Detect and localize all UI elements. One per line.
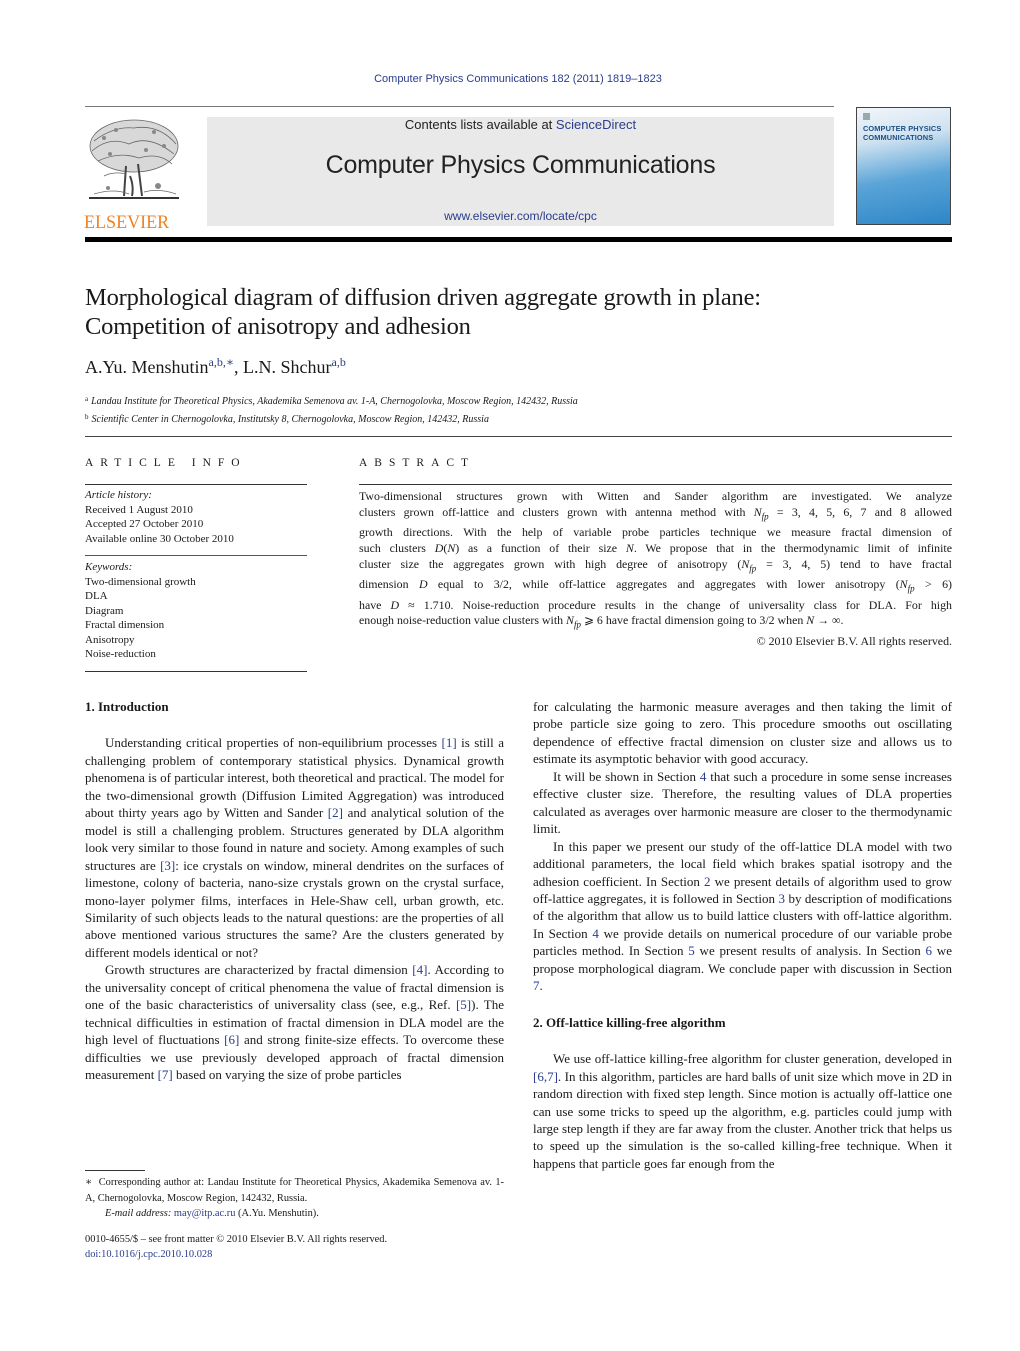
citation-link[interactable]: [2] bbox=[328, 805, 343, 820]
affiliation: b Scientific Center in Chernogolovka, Ins… bbox=[85, 410, 578, 428]
sciencedirect-link[interactable]: ScienceDirect bbox=[556, 117, 636, 132]
abstract-line: have D ≈ 1.710. Noise-reduction procedur… bbox=[359, 597, 952, 612]
body-paragraph: Growth structures are characterized by f… bbox=[85, 962, 505, 1083]
journal-title: Computer Physics Communications bbox=[325, 151, 716, 179]
abstract-copyright: © 2010 Elsevier B.V. All rights reserved… bbox=[756, 633, 952, 648]
front-matter: 0010-4655/$ – see front matter © 2010 El… bbox=[85, 1234, 388, 1245]
affiliation: a Landau Institute for Theoretical Physic… bbox=[85, 392, 578, 410]
affiliation-mark: a bbox=[85, 395, 89, 403]
body-column-right: for calculating the harmonic measure ave… bbox=[533, 698, 952, 1172]
abstract-heading: ABSTRACT bbox=[359, 457, 476, 469]
affiliations: a Landau Institute for Theoretical Physic… bbox=[85, 392, 578, 427]
footnote-rule bbox=[85, 1170, 145, 1171]
cover-title: COMPUTER PHYSICS COMMUNICATIONS bbox=[863, 124, 949, 142]
email-label: E-mail address: bbox=[105, 1208, 172, 1219]
article-history: Article history: Received 1 August 2010 … bbox=[85, 488, 307, 546]
body-column-left: 1. Introduction Understanding critical p… bbox=[85, 698, 504, 1084]
keyword: Noise-reduction bbox=[85, 648, 156, 660]
affiliation-text: Landau Institute for Theoretical Physics… bbox=[91, 396, 578, 407]
cover-logo-icon bbox=[863, 113, 870, 120]
history-item: Available online 30 October 2010 bbox=[85, 532, 234, 545]
abstract-line: clusters grown off-lattice and clusters … bbox=[359, 504, 952, 522]
keywords-label: Keywords: bbox=[85, 561, 133, 573]
abstract-line: growth directions. With the help of vari… bbox=[359, 525, 952, 540]
author-name: L.N. Shchur bbox=[243, 357, 332, 377]
section-heading: 2. Off-lattice killing-free algorithm bbox=[533, 1014, 726, 1030]
title-line: Competition of anisotropy and adhesion bbox=[85, 313, 471, 340]
article-info-rule bbox=[85, 555, 307, 556]
journal-url-link[interactable]: www.elsevier.com/locate/cpc bbox=[207, 209, 834, 223]
abstract-line: enough noise-reduction value clusters wi… bbox=[359, 613, 844, 630]
title-line: Morphological diagram of diffusion drive… bbox=[85, 284, 761, 311]
citation-link[interactable]: [6] bbox=[224, 1032, 239, 1047]
contents-availability: Contents lists available at ScienceDirec… bbox=[207, 117, 834, 132]
elsevier-logo[interactable]: ELSEVIER bbox=[84, 116, 184, 232]
section-link[interactable]: 5 bbox=[688, 943, 695, 958]
elsevier-tree-icon bbox=[84, 116, 182, 204]
keyword: DLA bbox=[85, 590, 108, 602]
abstract-line: cluster size the aggregates grown with h… bbox=[359, 557, 952, 574]
section-heading: 1. Introduction bbox=[85, 699, 169, 714]
keyword: Two-dimensional growth bbox=[85, 575, 196, 588]
author-affiliation-marks[interactable]: a,b bbox=[332, 355, 346, 369]
article-info-heading: ARTICLE INFO bbox=[85, 457, 247, 469]
section-link[interactable]: 4 bbox=[592, 926, 599, 941]
citation-link[interactable]: [3] bbox=[160, 858, 175, 873]
section-link[interactable]: 2 bbox=[704, 874, 711, 889]
journal-banner: Contents lists available at ScienceDirec… bbox=[207, 117, 834, 226]
body-paragraph: We use off-lattice killing-free algorith… bbox=[533, 1051, 952, 1171]
citation-link[interactable]: [4] bbox=[412, 962, 427, 977]
header-rule bbox=[85, 106, 834, 107]
email-link[interactable]: may@itp.ac.ru bbox=[174, 1208, 236, 1219]
citation-link[interactable]: [1] bbox=[442, 735, 457, 750]
article-info-rule bbox=[85, 671, 307, 672]
email-owner: (A.Yu. Menshutin). bbox=[238, 1208, 319, 1219]
section-link[interactable]: 3 bbox=[778, 891, 785, 906]
history-item: Accepted 27 October 2010 bbox=[85, 518, 204, 530]
abstract-line: dimension D equal to 3/2, while off-latt… bbox=[359, 577, 952, 594]
doi-link[interactable]: doi:10.1016/j.cpc.2010.10.028 bbox=[85, 1248, 504, 1263]
section-divider bbox=[85, 436, 952, 437]
keyword: Diagram bbox=[85, 604, 124, 617]
section-link[interactable]: 6 bbox=[926, 943, 933, 958]
footnote-text: Corresponding author at: Landau Institut… bbox=[85, 1177, 504, 1204]
journal-cover-thumbnail[interactable]: COMPUTER PHYSICS COMMUNICATIONS bbox=[856, 107, 951, 225]
journal-reference-link[interactable]: Computer Physics Communications 182 (201… bbox=[0, 73, 1020, 85]
contents-prefix: Contents lists available at bbox=[404, 117, 556, 132]
section-link[interactable]: 4 bbox=[700, 769, 707, 784]
abstract-rule bbox=[359, 484, 952, 485]
body-paragraph: Understanding critical properties of non… bbox=[85, 735, 505, 960]
abstract-line: such clusters D(N) as a function of thei… bbox=[359, 541, 952, 556]
affiliation-text: Scientific Center in Chernogolovka, Inst… bbox=[91, 413, 489, 425]
article-info-rule bbox=[85, 484, 307, 485]
author-affiliation-marks[interactable]: a,b,∗ bbox=[209, 355, 234, 369]
cover-title-line: COMMUNICATIONS bbox=[863, 133, 934, 142]
citation-link[interactable]: [6,7] bbox=[533, 1069, 558, 1084]
citation-link[interactable]: [5] bbox=[456, 997, 471, 1012]
author-name: A.Yu. Menshutin bbox=[85, 357, 209, 377]
abstract-body: Two-dimensional structures grown with Wi… bbox=[359, 489, 952, 650]
cover-title-line: COMPUTER PHYSICS bbox=[863, 124, 942, 133]
history-label: Article history: bbox=[85, 489, 152, 501]
abstract-line: Two-dimensional structures grown with Wi… bbox=[359, 489, 952, 503]
keywords: Keywords: Two-dimensional growth DLA Dia… bbox=[85, 560, 307, 662]
bottom-meta: 0010-4655/$ – see front matter © 2010 El… bbox=[85, 1233, 504, 1262]
body-paragraph: It will be shown in Section 4 that such … bbox=[533, 768, 952, 837]
author-separator: , bbox=[234, 357, 243, 377]
footnote: ∗ Corresponding author at: Landau Instit… bbox=[85, 1175, 504, 1222]
citation-link[interactable]: [7] bbox=[158, 1067, 173, 1082]
body-paragraph: In this paper we present our study of th… bbox=[533, 838, 952, 994]
paper-title: Morphological diagram of diffusion drive… bbox=[85, 283, 955, 341]
keyword: Anisotropy bbox=[85, 633, 135, 646]
author-list: A.Yu. Menshutina,b,∗, L.N. Shchura,b bbox=[85, 355, 346, 378]
history-item: Received 1 August 2010 bbox=[85, 503, 193, 516]
header-divider bbox=[85, 237, 952, 242]
elsevier-wordmark: ELSEVIER bbox=[84, 212, 170, 233]
body-paragraph: for calculating the harmonic measure ave… bbox=[533, 699, 952, 767]
footnote-mark: ∗ bbox=[85, 1177, 93, 1188]
section-link[interactable]: 7 bbox=[533, 978, 540, 993]
affiliation-mark: b bbox=[85, 412, 89, 421]
keyword: Fractal dimension bbox=[85, 619, 165, 631]
